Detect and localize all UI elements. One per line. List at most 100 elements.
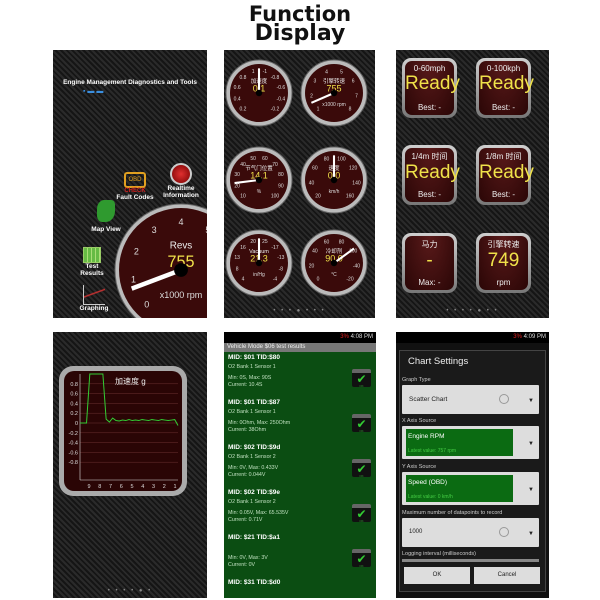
pass-check-icon[interactable]: ✔ OK (352, 549, 371, 568)
dropdown-arrow-icon: ▼ (528, 398, 534, 405)
panel-performance: 0-60mph Ready Best: -0-100kph Ready Best: -1… (396, 50, 549, 318)
tile-face: 引擎转速 749 rpm (479, 236, 528, 290)
x-tick-label: 2 (163, 484, 166, 490)
gauge: 4813162025-17-13-8-4Vacuum21.3in/Hg (225, 229, 293, 297)
x-tick-label: 5 (130, 484, 133, 490)
page-indicator: • • • ● • • • (273, 308, 326, 314)
y-axis-select[interactable]: Speed (OBD) Latest value: 0 km/h ▼ (402, 472, 539, 505)
test-sensor: O2 Bank 1 Sensor 1 (228, 364, 276, 370)
chart-settings-dialog: Chart Settings Graph Type Scatter Chart … (399, 350, 546, 592)
gauge-tick-label: -0.2 (271, 107, 280, 113)
heading-line2: Display (254, 21, 346, 46)
gauge-tick-label: 20 (309, 263, 315, 269)
x-axis-latest: Latest value: 757 rpm (408, 448, 457, 454)
tile-sub: Best: - (491, 190, 516, 199)
graph-type-select[interactable]: Scatter Chart ▼ (402, 385, 539, 414)
gauge-unit: km/h (329, 189, 340, 195)
gauge-tile[interactable]: 0-100kph Ready Best: - (476, 58, 534, 118)
gauge-tick-label: 50 (250, 156, 256, 162)
test-range: Min: 0Ohm, Max: 250Ohm (228, 420, 291, 426)
x-axis-value: Engine RPM (408, 433, 445, 440)
page-indicator: • • • • ● • (107, 588, 153, 594)
gauge-tile[interactable]: 1/4m 时间 Ready Best: - (402, 145, 460, 205)
test-range: Min: 0S, Max: 90S (228, 375, 272, 381)
gauge-tick-label: 3 (152, 225, 157, 235)
test-current: Current: 0.71V (228, 517, 263, 523)
tile-sub: Max: - (418, 278, 441, 287)
gauge-tick-label: 4 (325, 69, 328, 75)
x-axis-select[interactable]: Engine RPM Latest value: 757 rpm ▼ (402, 426, 539, 459)
gauge-tick-label: -1 (263, 69, 268, 75)
gauge-tick-label: 2 (310, 93, 313, 99)
test-sensor: O2 Bank 1 Sensor 2 (228, 454, 276, 460)
screen-header: Vehicle Mode $06 test results (224, 343, 376, 352)
x-tick-label: 8 (98, 484, 101, 490)
gauge-tick-label: 40 (309, 180, 315, 186)
gauge-tick-label: 80 (278, 172, 284, 178)
revs-gauge: 012345678Revs755x1000 rpm (114, 203, 207, 318)
x-axis-label: X Axis Source (402, 418, 437, 424)
gauge-tile[interactable]: 引擎转速 749 rpm (476, 233, 531, 293)
pass-check-icon[interactable]: ✔ OK (352, 504, 371, 523)
interval-field[interactable] (402, 559, 539, 562)
max-points-select[interactable]: 1000 ▼ (402, 518, 539, 547)
gauge-hub (330, 89, 338, 97)
gauge-tick-label: 60 (312, 166, 318, 172)
tile-sub: Best: - (491, 103, 516, 112)
gauge-tick-label: 0.2 (240, 107, 247, 113)
test-current: Current: 38Ohm (228, 427, 266, 433)
interval-label: Logging interval (milliseconds) (402, 551, 476, 557)
tile-label: 0-60mph (413, 64, 446, 73)
gauge-tile[interactable]: 1/8m 时间 Ready Best: - (476, 145, 534, 205)
tile-value: Ready (405, 162, 460, 183)
gauge-tick-label: 4 (242, 277, 245, 283)
ok-text: OK (359, 384, 364, 388)
gauge-grid: 0.20.40.60.81-1-0.8-0.6-0.4-0.2加速度0.1123… (225, 59, 368, 297)
clock: 4:08 PM (350, 334, 373, 340)
pass-check-icon[interactable]: ✔ OK (352, 414, 371, 433)
chart-title: 加速度 g (115, 376, 146, 386)
test-id: MID: $31 TID:$d0 (228, 579, 281, 586)
test-current: Current: 0.044V (228, 472, 266, 478)
tile-sub: Best: - (417, 103, 442, 112)
gauge-hub (174, 263, 188, 277)
gauge-tick-label: 80 (339, 239, 345, 245)
y-tick-label: 0 (75, 421, 78, 427)
pass-check-icon[interactable]: ✔ OK (352, 459, 371, 478)
dropdown-arrow-icon: ▼ (528, 440, 534, 447)
x-tick-label: 1 (173, 484, 176, 490)
tile-sub: Best: - (417, 190, 442, 199)
x-tick-label: 7 (109, 484, 112, 490)
tile-label: 1/8m 时间 (485, 152, 522, 161)
gauge-tile[interactable]: 马力 - Max: - (402, 233, 457, 293)
pass-check-icon[interactable]: ✔ OK (352, 369, 371, 388)
tile-value: Ready (479, 162, 534, 183)
status-bar: 3% 4:09 PM (396, 332, 549, 343)
gauge-tick-label: 3 (313, 79, 316, 85)
x-tick-label: 3 (152, 484, 155, 490)
gauge-hub (330, 259, 338, 267)
gauge-tick-label: 10 (240, 194, 246, 200)
battery-level: 3% (513, 334, 522, 340)
gauge-tick-label: 20 (234, 184, 240, 190)
gauge-tick-label: 160 (346, 194, 355, 200)
gauge-tick-label: 1 (252, 69, 255, 75)
radio-icon (499, 527, 509, 537)
tile-value: Ready (479, 73, 534, 94)
gauge-tile[interactable]: 0-60mph Ready Best: - (402, 58, 460, 118)
gauge: 012345678Revs755x1000 rpm (114, 203, 207, 318)
cancel-button[interactable]: Cancel (474, 567, 540, 584)
test-sensor: O2 Bank 1 Sensor 1 (228, 409, 276, 415)
ok-button[interactable]: OK (404, 567, 470, 584)
chart-area (64, 371, 182, 491)
gauge-tick-label: -0.6 (277, 85, 286, 91)
x-tick-label: 4 (141, 484, 144, 490)
acceleration-chart: 0.8 0.6 0.4 0.2 0 -0.2 -0.4 -0.6 -0.8 9 8 7 6 5 4 3 2 1 加速… (59, 366, 187, 496)
test-sensor: O2 Bank 1 Sensor 2 (228, 499, 276, 505)
clock: 4:09 PM (523, 334, 546, 340)
radio-icon (499, 394, 509, 404)
max-points-label: Maximum number of datapoints to record (402, 510, 503, 516)
gauge-tick-label: 80 (324, 156, 330, 162)
ok-text: OK (359, 564, 364, 568)
tile-label: 引擎转速 (487, 240, 520, 249)
